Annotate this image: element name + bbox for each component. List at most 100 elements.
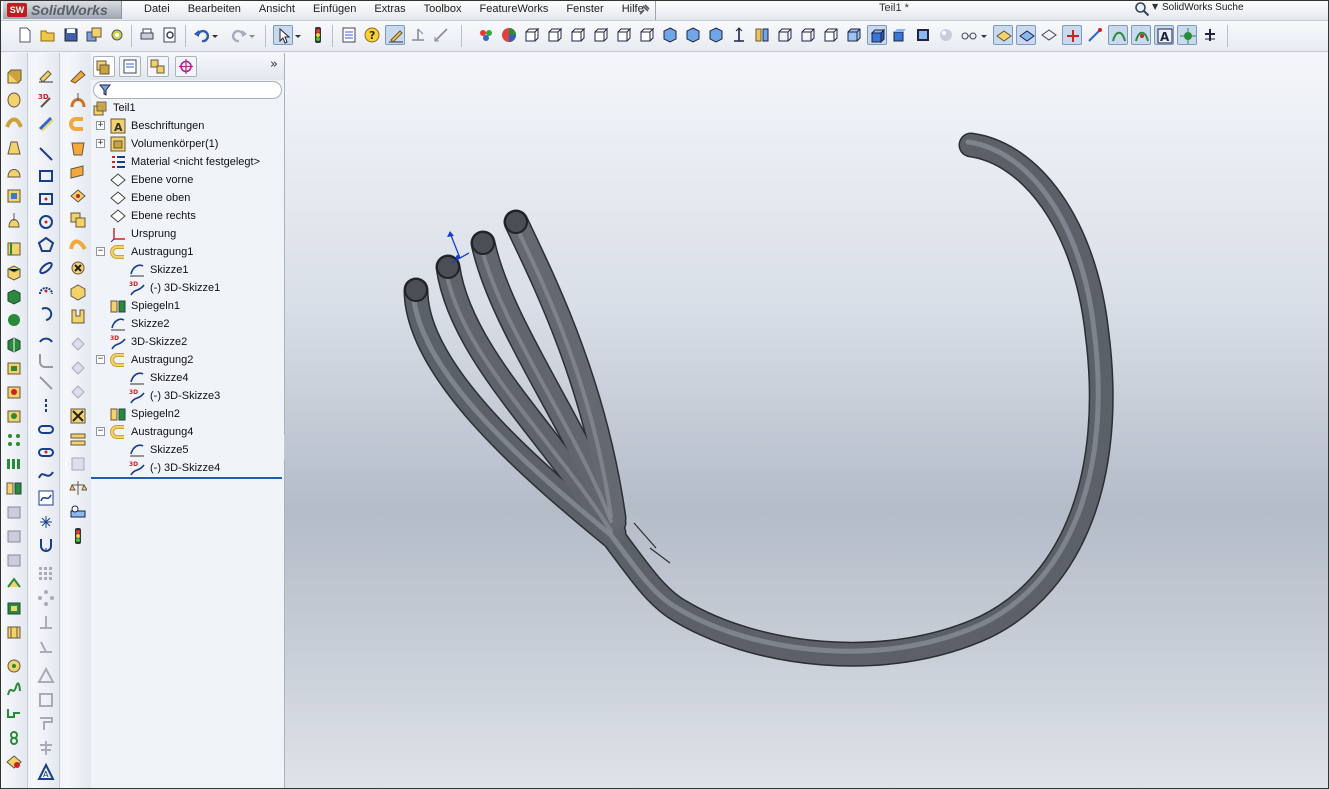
text-icon[interactable] bbox=[37, 536, 55, 554]
fillet-icon[interactable] bbox=[5, 287, 23, 305]
chamfer-icon[interactable] bbox=[5, 311, 23, 329]
hidden-lines-visible-icon[interactable] bbox=[798, 25, 818, 45]
normal-to-icon[interactable] bbox=[729, 25, 749, 45]
reference-geometry-icon[interactable] bbox=[5, 753, 23, 771]
collapse-icon[interactable]: − bbox=[96, 355, 105, 364]
view-trimetric-icon[interactable] bbox=[683, 25, 703, 45]
wireframe-icon[interactable] bbox=[775, 25, 795, 45]
section-view-icon[interactable] bbox=[913, 25, 933, 45]
rectangle-icon[interactable] bbox=[37, 167, 55, 185]
menu-fenster[interactable]: Fenster bbox=[557, 1, 612, 19]
view-right-icon[interactable] bbox=[591, 25, 611, 45]
flex-icon[interactable] bbox=[5, 551, 23, 569]
tree-item-spiegeln1[interactable]: Spiegeln1 bbox=[91, 297, 284, 315]
measure-icon[interactable] bbox=[69, 503, 87, 521]
line-icon[interactable] bbox=[37, 145, 55, 163]
trim-entities-icon[interactable] bbox=[37, 715, 55, 733]
curves-icon[interactable] bbox=[5, 657, 23, 675]
help-icon[interactable]: ? bbox=[362, 25, 382, 45]
open-icon[interactable] bbox=[38, 25, 58, 45]
appearance-icon[interactable] bbox=[499, 25, 519, 45]
shaded-edges-icon[interactable] bbox=[844, 25, 864, 45]
tree-item-teil1[interactable]: Teil1 bbox=[91, 99, 284, 117]
untrim-surface-icon[interactable] bbox=[69, 383, 87, 401]
loft-boss-icon[interactable] bbox=[5, 139, 23, 157]
split-line-icon[interactable] bbox=[5, 575, 23, 593]
sketch-icon[interactable] bbox=[37, 67, 55, 85]
sketch-tool-icon[interactable] bbox=[385, 25, 405, 45]
options-icon[interactable] bbox=[84, 25, 104, 45]
view-left-icon[interactable] bbox=[568, 25, 588, 45]
dimxpert-tab[interactable] bbox=[175, 56, 197, 77]
shadows-icon[interactable] bbox=[890, 25, 910, 45]
offset-surface-icon[interactable] bbox=[69, 163, 87, 181]
appearance-scene-icon[interactable] bbox=[476, 25, 496, 45]
collapse-icon[interactable]: − bbox=[96, 427, 105, 436]
mirror-feature-icon[interactable] bbox=[5, 479, 23, 497]
composite-curve-icon[interactable] bbox=[5, 705, 23, 723]
draft-icon[interactable] bbox=[5, 383, 23, 401]
menu-ansicht[interactable]: Ansicht bbox=[250, 1, 304, 19]
spline-on-surface-icon[interactable] bbox=[37, 489, 55, 507]
centerline-icon[interactable] bbox=[37, 374, 55, 392]
straight-slot-icon[interactable] bbox=[37, 420, 55, 438]
centerpoint-arc-icon[interactable] bbox=[37, 282, 55, 300]
mass-properties-icon[interactable] bbox=[69, 479, 87, 497]
check-entity-icon[interactable] bbox=[69, 407, 87, 425]
expand-icon[interactable]: + bbox=[96, 139, 105, 148]
ruled-surface-icon[interactable] bbox=[69, 235, 87, 253]
tree-item-skizze4[interactable]: Skizze4 bbox=[91, 369, 284, 387]
sweep-boss-icon[interactable] bbox=[5, 115, 23, 133]
menu-featureworks[interactable]: FeatureWorks bbox=[471, 1, 558, 19]
app-logo[interactable]: SW SolidWorks bbox=[3, 1, 122, 19]
revolved-cut-icon[interactable] bbox=[5, 211, 23, 229]
menu-bearbeiten[interactable]: Bearbeiten bbox=[179, 1, 250, 19]
search-icon[interactable] bbox=[1134, 1, 1150, 17]
loft-tool-icon[interactable] bbox=[69, 139, 87, 157]
tree-item-3d-skizze4[interactable]: 3D (-) 3D-Skizze4 bbox=[91, 459, 284, 477]
feature-statistics-icon[interactable] bbox=[69, 527, 87, 545]
configurationmanager-tab[interactable] bbox=[147, 56, 169, 77]
extruded-cut-icon[interactable] bbox=[5, 187, 23, 205]
undo-icon[interactable] bbox=[192, 25, 212, 45]
tree-item-skizze1[interactable]: Skizze1 bbox=[91, 261, 284, 279]
view-3d-sketch-icon[interactable] bbox=[1131, 25, 1151, 45]
linear-sketch-pattern-icon[interactable] bbox=[37, 565, 55, 583]
undo-dropdown-icon[interactable] bbox=[210, 25, 220, 45]
tree-item-ebene-oben[interactable]: Ebene oben bbox=[91, 189, 284, 207]
wrap-icon[interactable] bbox=[5, 503, 23, 521]
tree-item-ebene-rechts[interactable]: Ebene rechts bbox=[91, 207, 284, 225]
tangent-arc-icon[interactable] bbox=[37, 305, 55, 323]
sketch-picture-icon[interactable] bbox=[37, 667, 55, 685]
view-origins-icon[interactable] bbox=[1062, 25, 1082, 45]
instant3d-icon[interactable] bbox=[408, 25, 428, 45]
display-relations-icon[interactable] bbox=[37, 613, 55, 631]
spline-icon[interactable] bbox=[37, 466, 55, 484]
view-isometric-icon[interactable] bbox=[660, 25, 680, 45]
instant3d-tool-icon[interactable] bbox=[69, 67, 87, 85]
options-gear-icon[interactable] bbox=[107, 25, 127, 45]
realview-icon[interactable] bbox=[936, 25, 956, 45]
curve-through-points-icon[interactable] bbox=[5, 729, 23, 747]
pin-icon[interactable] bbox=[637, 3, 651, 17]
view-one-icon[interactable] bbox=[752, 25, 772, 45]
file-properties-icon[interactable] bbox=[339, 25, 359, 45]
hidden-lines-removed-icon[interactable] bbox=[821, 25, 841, 45]
shell-icon[interactable] bbox=[5, 359, 23, 377]
select-icon[interactable] bbox=[273, 25, 293, 45]
view-planes-icon[interactable] bbox=[993, 25, 1013, 45]
repair-sketch-icon[interactable] bbox=[37, 637, 55, 655]
move-face-icon[interactable] bbox=[69, 335, 87, 353]
tree-item-ebene-vorne[interactable]: Ebene vorne bbox=[91, 171, 284, 189]
glasses-icon[interactable] bbox=[959, 25, 979, 45]
offset-entities-icon[interactable] bbox=[37, 691, 55, 709]
planar-surface-icon[interactable] bbox=[69, 187, 87, 205]
delete-face-icon[interactable] bbox=[69, 259, 87, 277]
rib-icon[interactable] bbox=[5, 335, 23, 353]
tree-item-austragung2[interactable]: − Austragung2 bbox=[91, 351, 284, 369]
tree-item-austragung1[interactable]: − Austragung1 bbox=[91, 243, 284, 261]
circle-icon[interactable] bbox=[37, 213, 55, 231]
view-cameras-icon[interactable] bbox=[1200, 25, 1220, 45]
combine-icon[interactable] bbox=[5, 599, 23, 617]
print-icon[interactable] bbox=[137, 25, 157, 45]
